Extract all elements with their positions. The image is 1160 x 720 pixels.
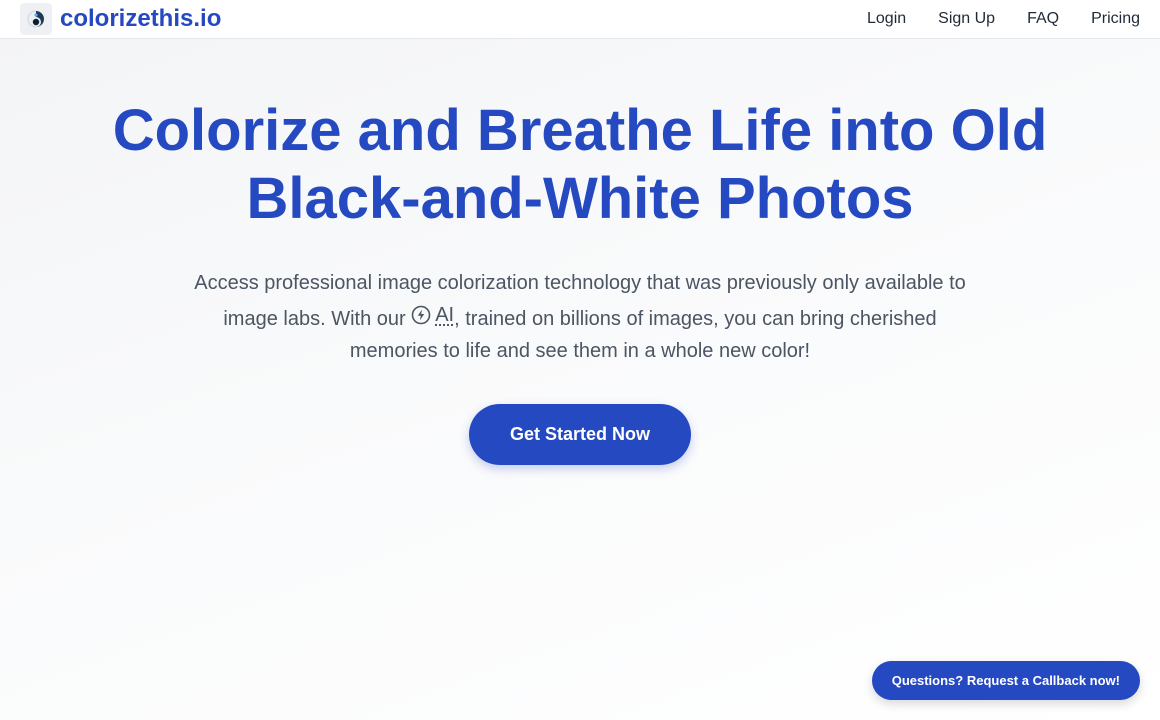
lightning-bolt-icon (411, 305, 431, 325)
nav-pricing-link[interactable]: Pricing (1091, 10, 1140, 28)
nav-faq-link[interactable]: FAQ (1027, 10, 1059, 28)
brand-home-link[interactable]: colorizethis.io (20, 3, 221, 35)
top-navbar: colorizethis.io Login Sign Up FAQ Pricin… (0, 0, 1160, 39)
main-nav: Login Sign Up FAQ Pricing (835, 10, 1140, 28)
brand-name: colorizethis.io (60, 5, 222, 32)
page: colorizethis.io Login Sign Up FAQ Pricin… (0, 0, 1160, 720)
hero-section: Colorize and Breathe Life into Old Black… (0, 39, 1160, 465)
ai-tooltip-trigger[interactable]: AI (411, 299, 454, 331)
hero-title: Colorize and Breathe Life into Old Black… (112, 98, 1048, 231)
nav-signup-link[interactable]: Sign Up (938, 10, 995, 28)
colorize-logo-icon (20, 3, 52, 35)
nav-login-link[interactable]: Login (867, 10, 906, 28)
hero-description: Access professional image colorization t… (180, 267, 980, 367)
ai-term: AI (435, 304, 455, 326)
request-callback-button[interactable]: Questions? Request a Callback now! (871, 661, 1140, 700)
get-started-button[interactable]: Get Started Now (469, 404, 691, 465)
